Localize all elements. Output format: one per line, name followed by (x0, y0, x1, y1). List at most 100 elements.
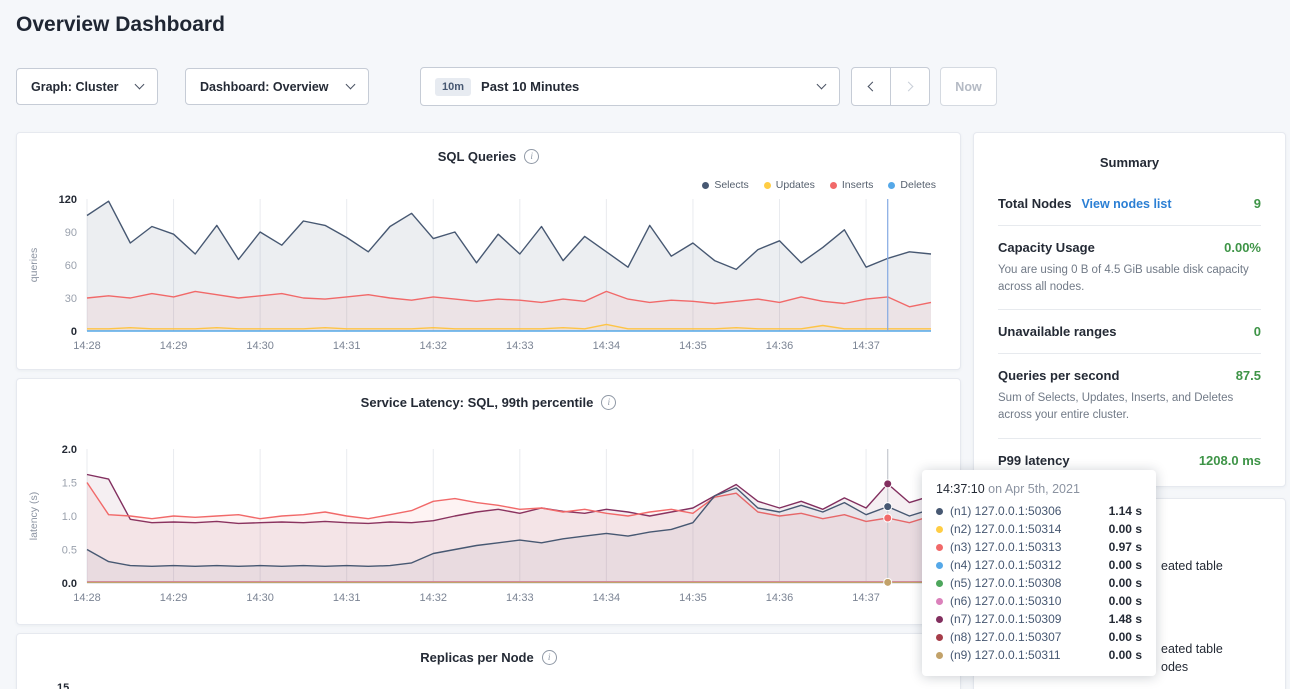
dashboard-selector-dropdown[interactable]: Dashboard: Overview (185, 68, 369, 105)
svg-text:14:31: 14:31 (333, 592, 361, 604)
dashboard-selector-label: Dashboard: Overview (200, 80, 329, 94)
tooltip-time: 14:37:10 (936, 482, 985, 496)
now-button-disabled[interactable]: Now (940, 67, 997, 106)
view-nodes-list-link[interactable]: View nodes list (1081, 197, 1171, 211)
tooltip-node-label: (n6) 127.0.0.1:50310 (950, 594, 1102, 608)
tooltip-node-label: (n5) 127.0.0.1:50308 (950, 576, 1102, 590)
legend-item-inserts[interactable]: Inserts (830, 179, 874, 191)
svg-text:120: 120 (59, 194, 77, 206)
svg-text:14:33: 14:33 (506, 340, 534, 352)
legend-label: Deletes (900, 179, 936, 191)
queries-per-second-value: 87.5 (1236, 368, 1261, 383)
chart-title-service-latency: Service Latency: SQL, 99th percentile (361, 395, 594, 410)
svg-text:14:35: 14:35 (679, 592, 707, 604)
summary-row-queries-per-second: Queries per second 87.5 Sum of Selects, … (998, 354, 1261, 438)
svg-text:14:36: 14:36 (766, 592, 794, 604)
series-dot-icon (936, 562, 943, 569)
svg-text:latency (s): latency (s) (28, 492, 40, 540)
svg-text:14:29: 14:29 (160, 340, 188, 352)
tooltip-rows: (n1) 127.0.0.1:50306 1.14 s (n2) 127.0.0.1… (936, 502, 1142, 664)
legend-item-updates[interactable]: Updates (764, 179, 815, 191)
legend-item-deletes[interactable]: Deletes (888, 179, 936, 191)
graph-selector-dropdown[interactable]: Graph: Cluster (16, 68, 158, 105)
unavailable-ranges-label: Unavailable ranges (998, 324, 1117, 339)
event-item-fragment: eated table (1161, 559, 1223, 573)
unavailable-ranges-value: 0 (1254, 324, 1261, 339)
series-dot-icon (936, 544, 943, 551)
capacity-usage-label: Capacity Usage (998, 240, 1095, 255)
summary-title: Summary (998, 155, 1261, 170)
series-dot-icon (936, 526, 943, 533)
summary-panel: Summary Total Nodes View nodes list 9 Ca… (973, 132, 1286, 487)
summary-row-total-nodes: Total Nodes View nodes list 9 (998, 182, 1261, 226)
legend-label: Inserts (842, 179, 874, 191)
tooltip-node-label: (n9) 127.0.0.1:50311 (950, 648, 1102, 662)
tooltip-date: on Apr 5th, 2021 (988, 482, 1080, 496)
svg-text:14:33: 14:33 (506, 592, 534, 604)
graph-selector-label: Graph: Cluster (31, 80, 119, 94)
legend-item-selects[interactable]: Selects (702, 179, 748, 191)
svg-text:14:32: 14:32 (419, 592, 447, 604)
chevron-down-icon (346, 80, 356, 90)
time-range-dropdown[interactable]: 10m Past 10 Minutes (420, 67, 840, 106)
tooltip-node-value: 1.14 s (1109, 504, 1142, 518)
sql-queries-card: SQL Queries i Selects Updates Inserts Delet… (16, 132, 961, 370)
series-dot-icon (702, 182, 709, 189)
p99-latency-value: 1208.0 ms (1199, 453, 1261, 468)
svg-text:90: 90 (65, 227, 77, 239)
time-next-button-disabled[interactable] (890, 67, 930, 106)
tooltip-node-label: (n1) 127.0.0.1:50306 (950, 504, 1102, 518)
chart-title-replicas-per-node: Replicas per Node (420, 650, 533, 665)
svg-text:14:34: 14:34 (593, 592, 621, 604)
tooltip-node-row: (n5) 127.0.0.1:503080.00 s (936, 574, 1142, 592)
tooltip-node-row: (n9) 127.0.0.1:50311 0.00 s (936, 646, 1142, 664)
chart-title-sql-queries: SQL Queries (438, 149, 517, 164)
tooltip-node-label: (n3) 127.0.0.1:50313 (950, 540, 1102, 554)
time-prev-button[interactable] (851, 67, 891, 106)
sql-queries-chart[interactable]: 14:2814:2914:3014:3114:3214:3314:3414:35… (23, 191, 943, 363)
summary-row-unavailable-ranges: Unavailable ranges 0 (998, 310, 1261, 354)
tooltip-node-row: (n1) 127.0.0.1:50306 1.14 s (936, 502, 1142, 520)
queries-per-second-subtext: Sum of Selects, Updates, Inserts, and De… (998, 390, 1261, 423)
tooltip-node-label: (n7) 127.0.0.1:50309 (950, 612, 1102, 626)
series-dot-icon (888, 182, 895, 189)
tooltip-header: 14:37:10 on Apr 5th, 2021 (936, 482, 1142, 496)
service-latency-chart[interactable]: 14:2814:2914:3014:3114:3214:3314:3414:35… (23, 441, 943, 619)
info-icon[interactable]: i (601, 395, 616, 410)
svg-text:queries: queries (28, 248, 40, 282)
tooltip-node-value: 0.00 s (1109, 558, 1142, 572)
queries-per-second-label: Queries per second (998, 368, 1119, 383)
event-item-fragment: odes (1161, 660, 1188, 674)
chevron-down-icon (135, 80, 145, 90)
tooltip-node-row: (n6) 127.0.0.1:503100.00 s (936, 592, 1142, 610)
tooltip-node-row: (n2) 127.0.0.1:503140.00 s (936, 520, 1142, 538)
chart-legend: Selects Updates Inserts Deletes (702, 179, 936, 191)
series-dot-icon (936, 634, 943, 641)
series-dot-icon (936, 508, 943, 515)
tooltip-node-value: 0.00 s (1109, 648, 1142, 662)
info-icon[interactable]: i (524, 149, 539, 164)
svg-text:14:37: 14:37 (852, 592, 880, 604)
replicas-per-node-card: Replicas per Node i 15 (16, 633, 961, 689)
svg-text:0.0: 0.0 (62, 578, 77, 590)
tooltip-node-value: 0.00 s (1109, 630, 1142, 644)
series-dot-icon (936, 598, 943, 605)
series-dot-icon (936, 580, 943, 587)
svg-text:14:34: 14:34 (593, 340, 621, 352)
legend-label: Selects (714, 179, 748, 191)
series-dot-icon (830, 182, 837, 189)
info-icon[interactable]: i (542, 650, 557, 665)
tooltip-node-value: 1.48 s (1109, 612, 1142, 626)
svg-text:14:30: 14:30 (246, 340, 274, 352)
tooltip-node-row: (n7) 127.0.0.1:50309 1.48 s (936, 610, 1142, 628)
svg-text:1.5: 1.5 (62, 478, 77, 490)
svg-text:0: 0 (71, 326, 77, 338)
chevron-left-icon (868, 82, 878, 92)
chevron-right-icon (904, 82, 914, 92)
tooltip-node-value: 0.97 s (1109, 540, 1142, 554)
total-nodes-value: 9 (1254, 196, 1261, 211)
svg-text:14:29: 14:29 (160, 592, 188, 604)
svg-text:30: 30 (65, 293, 77, 305)
legend-label: Updates (776, 179, 815, 191)
svg-text:14:36: 14:36 (766, 340, 794, 352)
